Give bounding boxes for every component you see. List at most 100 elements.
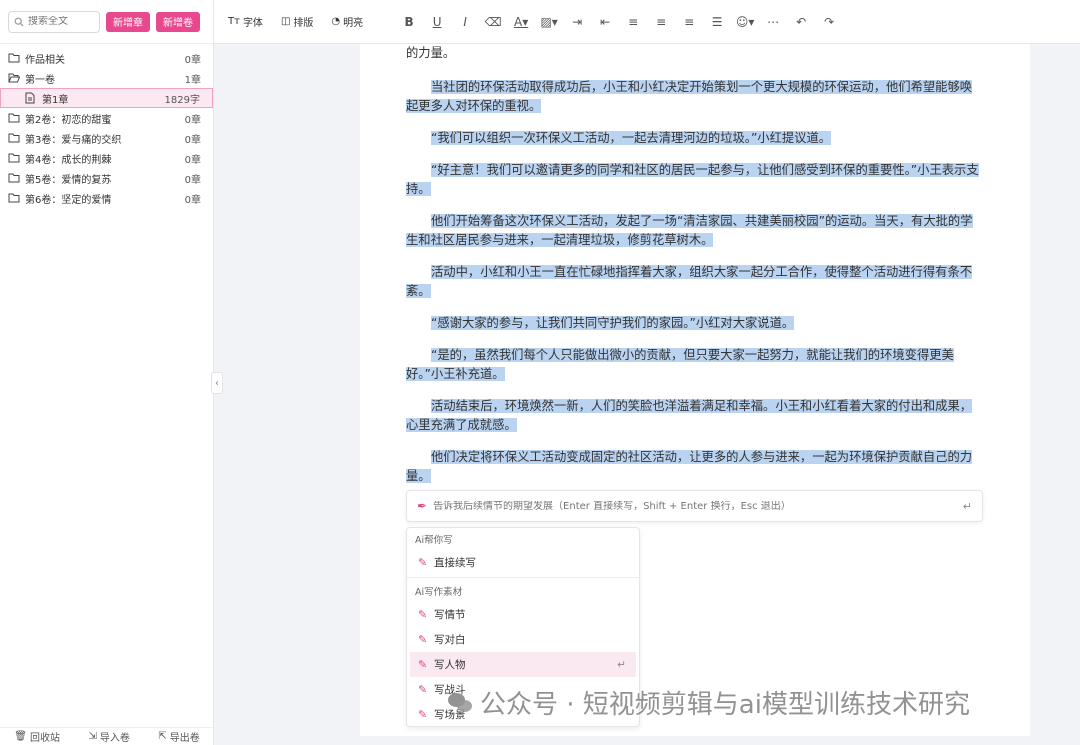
editor-toolbar: Tт 字体 ◫ 排版 ◔ 明亮 B U I ⌫ A▾ ▨▾ ⇥ ⇤ ≡ ≡ ≡ … <box>214 0 1080 44</box>
folder-icon <box>8 152 20 164</box>
paragraph: 活动中，小红和小王一直在忙碌地指挥着大家，组织大家一起分工合作，使得整个活动进行… <box>406 263 982 301</box>
tree-item-volume-5[interactable]: 第5卷：爱情的复苏 0章 <box>0 168 213 188</box>
theme-label: 明亮 <box>343 18 364 29</box>
menu-item-continue[interactable]: ✎ 直接续写 <box>410 550 636 575</box>
sidebar-footer: 🗑 回收站 ⇲ 导入卷 ⇱ 导出卷 <box>0 727 214 745</box>
menu-item-dialogue[interactable]: ✎ 写对白 <box>410 627 636 652</box>
menu-item-character[interactable]: ✎ 写人物 ↵ <box>410 652 636 677</box>
menu-item-plot[interactable]: ✎ 写情节 <box>410 602 636 627</box>
align-center-icon[interactable]: ≡ <box>675 15 703 29</box>
pen-icon: ✎ <box>418 658 428 671</box>
tree-item-count: 1829字 <box>164 94 200 106</box>
underline-icon[interactable]: U <box>423 15 451 29</box>
italic-icon[interactable]: I <box>451 15 479 29</box>
tree-item-count: 0章 <box>184 134 201 146</box>
tree-item-volume-2[interactable]: 第2卷：初恋的甜蜜 0章 <box>0 108 213 128</box>
paragraph: “我们可以组织一次环保义工活动，一起去清理河边的垃圾。”小红提议道。 <box>406 129 982 148</box>
background-color-icon[interactable]: ▨▾ <box>535 15 563 29</box>
folder-icon <box>8 132 20 144</box>
sidebar-top: 新增章 新增卷 <box>0 0 213 44</box>
paragraph: 当社团的环保活动取得成功后，小王和小红决定开始策划一个更大规模的环保运动，他们希… <box>406 78 982 116</box>
document-body[interactable]: 的力量。 当社团的环保活动取得成功后，小王和小红决定开始策划一个更大规模的环保运… <box>406 44 982 499</box>
document-icon <box>25 92 37 104</box>
tree-item-count: 0章 <box>184 54 201 66</box>
search-box[interactable] <box>8 10 100 33</box>
import-volume-button[interactable]: ⇲ 导入卷 <box>88 729 129 744</box>
outdent-icon[interactable]: ⇤ <box>591 15 619 29</box>
eraser-icon[interactable]: ⌫ <box>479 15 507 29</box>
pen-icon: ✎ <box>418 633 428 646</box>
tree-item-works[interactable]: 作品相关 0章 <box>0 48 213 68</box>
tree-item-count: 0章 <box>184 154 201 166</box>
ai-prompt-box[interactable]: ✒ ↵ <box>406 490 983 522</box>
export-volume-button[interactable]: ⇱ 导出卷 <box>158 729 199 744</box>
layout-button[interactable]: ◫ 排版 <box>281 14 313 29</box>
sidebar-collapse-toggle[interactable]: ‹ <box>211 372 223 394</box>
export-icon: ⇱ <box>158 731 167 742</box>
pen-icon: ✎ <box>418 683 428 696</box>
enter-icon: ↵ <box>617 658 626 671</box>
tree-item-label: 第3卷：爱与痛的交织 <box>25 134 122 146</box>
paragraph-text: “我们可以组织一次环保义工活动，一起去清理河边的垃圾。”小红提议道。 <box>431 131 832 145</box>
new-volume-button[interactable]: 新增卷 <box>156 11 200 32</box>
align-right-icon[interactable]: ≡ <box>647 15 675 29</box>
paragraph-text: 当社团的环保活动取得成功后，小王和小红决定开始策划一个更大规模的环保运动，他们希… <box>406 80 973 113</box>
tree-item-volume-3[interactable]: 第3卷：爱与痛的交织 0章 <box>0 128 213 148</box>
tree-item-volume-6[interactable]: 第6卷：坚定的爱情 0章 <box>0 188 213 208</box>
chevron-left-icon: ‹ <box>215 377 219 389</box>
tree-item-count: 0章 <box>184 194 201 206</box>
tree-item-label: 第一卷 <box>25 74 55 86</box>
tree-item-volume-1[interactable]: 第一卷 1章 <box>0 68 213 88</box>
recycle-bin-label: 回收站 <box>29 733 60 744</box>
sidebar: 新增章 新增卷 作品相关 0章 第一卷 1章 第1章 1829字 第2卷：初恋的… <box>0 0 214 745</box>
indent-icon[interactable]: ⇥ <box>563 15 591 29</box>
align-left-icon[interactable]: ≡ <box>619 15 647 29</box>
align-justify-icon[interactable]: ☰ <box>703 15 731 29</box>
menu-item-label: 直接续写 <box>434 557 476 569</box>
paragraph: 活动结束后，环境焕然一新，人们的笑脸也洋溢着满足和幸福。小王和小红看着大家的付出… <box>406 397 982 435</box>
bold-icon[interactable]: B <box>395 15 423 29</box>
menu-section-title: Ai帮你写 <box>415 535 453 546</box>
magic-wand-icon: ✒ <box>417 499 428 513</box>
paragraph-text: “感谢大家的参与，让我们共同守护我们的家园。”小红对大家说道。 <box>431 316 795 330</box>
editor-page[interactable]: 的力量。 当社团的环保活动取得成功后，小王和小红决定开始策划一个更大规模的环保运… <box>360 44 1030 736</box>
status-bar <box>214 737 1080 745</box>
pen-icon: ✎ <box>418 708 428 721</box>
paragraph-text: 活动结束后，环境焕然一新，人们的笑脸也洋溢着满足和幸福。小王和小红看着大家的付出… <box>406 399 973 432</box>
paragraph: 的力量。 <box>406 46 456 60</box>
folder-icon <box>8 192 20 204</box>
theme-button[interactable]: ◔ 明亮 <box>331 14 363 29</box>
ai-prompt-input[interactable] <box>433 500 957 512</box>
paragraph: “感谢大家的参与，让我们共同守护我们的家园。”小红对大家说道。 <box>406 314 982 333</box>
folder-open-icon <box>8 72 20 84</box>
wechat-icon <box>446 689 474 717</box>
folder-icon <box>8 112 20 124</box>
menu-divider <box>407 577 639 578</box>
paragraph: “好主意！我们可以邀请更多的同学和社区的居民一起参与，让他们感受到环保的重要性。… <box>406 161 982 199</box>
new-chapter-button[interactable]: 新增章 <box>106 11 150 32</box>
recycle-bin-button[interactable]: 🗑 回收站 <box>14 729 60 744</box>
menu-item-label: 写人物 <box>434 659 466 671</box>
paragraph-text: “好主意！我们可以邀请更多的同学和社区的居民一起参与，让他们感受到环保的重要性。… <box>406 163 979 196</box>
redo-icon[interactable]: ↷ <box>815 15 843 29</box>
chapter-tree: 作品相关 0章 第一卷 1章 第1章 1829字 第2卷：初恋的甜蜜 0章 第3… <box>0 44 213 208</box>
tree-item-label: 第2卷：初恋的甜蜜 <box>25 114 112 126</box>
watermark: 公众号 · 短视频剪辑与ai模型训练技术研究 <box>446 684 970 721</box>
pen-icon: ✎ <box>418 608 428 621</box>
font-button[interactable]: Tт 字体 <box>228 14 263 29</box>
tree-item-count: 0章 <box>184 114 201 126</box>
tree-item-chapter-1[interactable]: 第1章 1829字 <box>0 88 213 108</box>
paragraph-text: 他们决定将环保义工活动变成固定的社区活动，让更多的人参与进来，一起为环境保护贡献… <box>406 450 973 483</box>
emoji-icon[interactable]: ☺▾ <box>731 15 759 29</box>
tree-item-label: 第5卷：爱情的复苏 <box>25 174 112 186</box>
enter-icon[interactable]: ↵ <box>963 500 972 513</box>
layout-label: 排版 <box>293 18 314 29</box>
font-color-icon[interactable]: A▾ <box>507 15 535 29</box>
divider-icon[interactable]: ⋯ <box>759 15 787 29</box>
undo-icon[interactable]: ↶ <box>787 15 815 29</box>
folder-icon <box>8 52 20 64</box>
tree-item-volume-4[interactable]: 第4卷：成长的荆棘 0章 <box>0 148 213 168</box>
paragraph: 他们开始筹备这次环保义工活动，发起了一场“清洁家园、共建美丽校园”的运动。当天，… <box>406 212 982 250</box>
tree-item-label: 第1章 <box>42 94 69 106</box>
search-input[interactable] <box>28 16 92 27</box>
